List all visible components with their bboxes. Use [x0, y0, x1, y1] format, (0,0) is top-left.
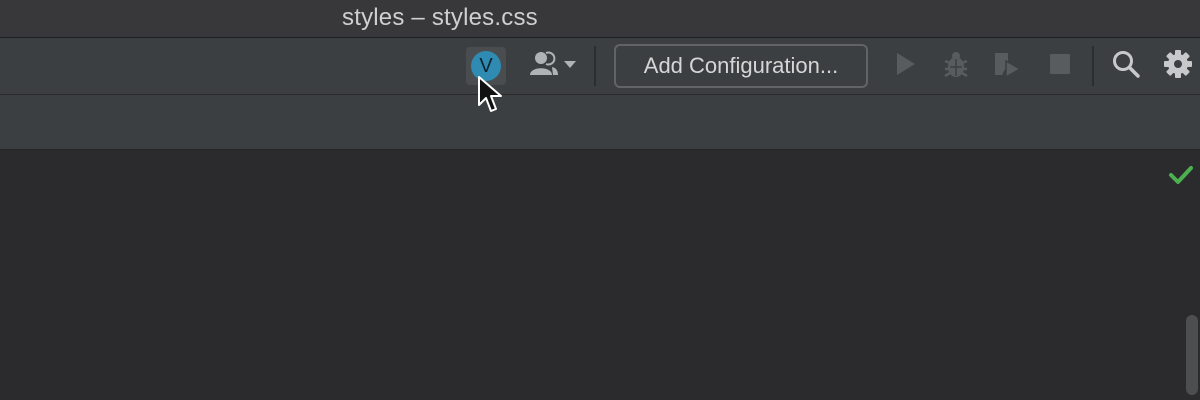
stop-icon — [1048, 52, 1072, 81]
toolbar-separator — [1092, 46, 1094, 86]
editor-tab-strip — [0, 95, 1200, 150]
run-button[interactable] — [887, 48, 923, 84]
editor-area[interactable] — [0, 150, 1200, 400]
toolbar-separator — [594, 46, 596, 86]
checkmark-icon — [1168, 164, 1194, 191]
avatar: V — [471, 51, 501, 81]
people-dropdown-icon — [527, 49, 579, 84]
run-with-coverage-button[interactable] — [990, 48, 1026, 84]
main-toolbar: V Add Configuration... — [0, 38, 1200, 95]
play-icon — [893, 51, 917, 82]
run-with-coverage-icon — [992, 49, 1024, 84]
debug-button[interactable] — [938, 48, 974, 84]
window-title: styles – styles.css — [342, 4, 538, 31]
stop-button[interactable] — [1042, 48, 1078, 84]
search-icon — [1111, 49, 1141, 84]
title-bar: styles – styles.css — [0, 0, 1200, 38]
ide-window: styles – styles.css V Add Configuration.… — [0, 0, 1200, 400]
code-with-me-button[interactable] — [524, 48, 582, 84]
settings-button[interactable] — [1160, 48, 1196, 84]
editor-scrollbar[interactable] — [1186, 315, 1198, 395]
user-avatar-button[interactable]: V — [466, 47, 506, 85]
add-configuration-button[interactable]: Add Configuration... — [614, 44, 868, 88]
gear-icon — [1163, 49, 1193, 84]
bug-icon — [941, 49, 971, 84]
search-button[interactable] — [1108, 48, 1144, 84]
